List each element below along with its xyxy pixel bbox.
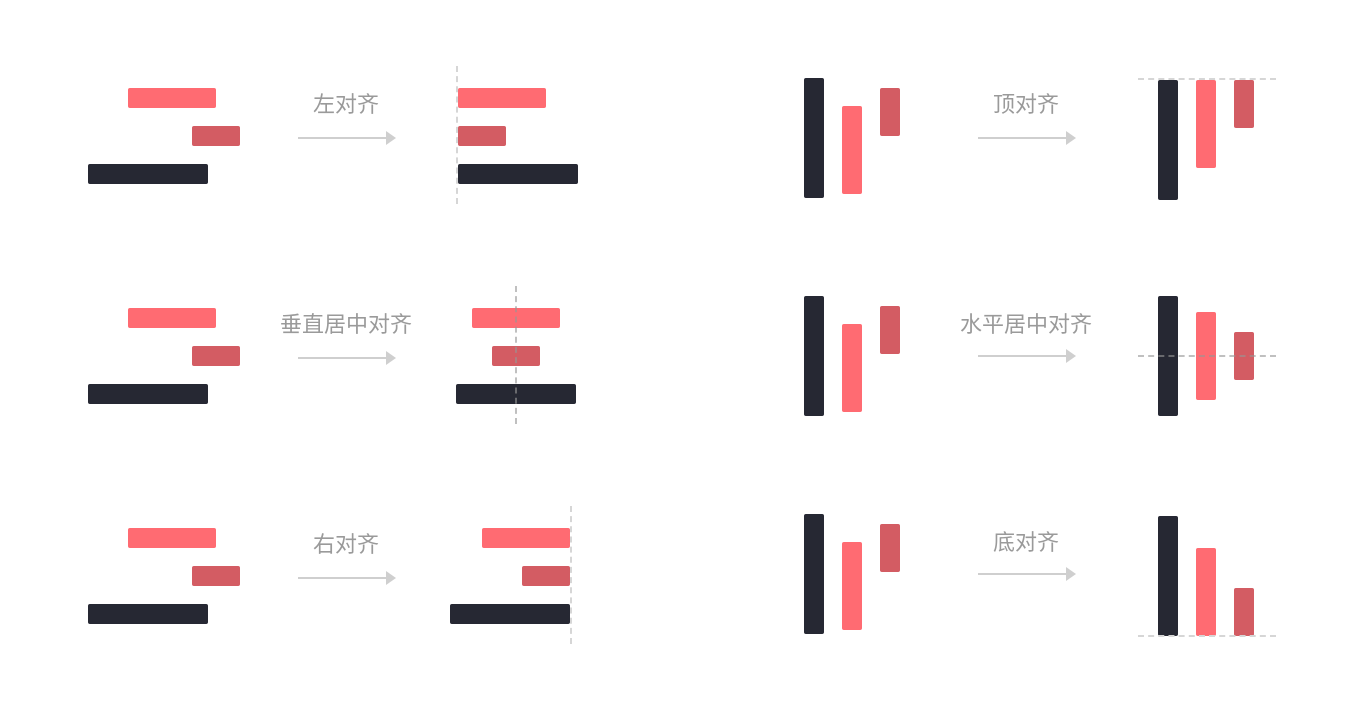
bottom-align-before-rose-bar <box>880 524 900 572</box>
horizontal-center-align-arrow <box>978 349 1076 363</box>
alignment-diagram: 左对齐 垂直居中对齐 右对齐 顶对齐 水平居中对齐 底对齐 <box>0 0 1360 720</box>
horizontal-center-guide-line <box>1138 355 1276 357</box>
vertical-center-align-arrow <box>298 351 396 365</box>
vcenter-before-pink-bar <box>128 308 216 328</box>
bottom-align-after-pink-bar <box>1196 548 1216 636</box>
top-align-before-pink-bar <box>842 106 862 194</box>
top-align-after-rose-bar <box>1234 80 1254 128</box>
bottom-align-before-pink-bar <box>842 542 862 630</box>
right-align-guide-line <box>570 506 572 644</box>
hcenter-before-rose-bar <box>880 306 900 354</box>
right-align-label: 右对齐 <box>312 533 380 558</box>
top-align-before-dark-bar <box>804 78 824 198</box>
left-align-before-pink-bar <box>128 88 216 108</box>
right-align-after-rose-bar <box>522 566 570 586</box>
bottom-align-before-dark-bar <box>804 514 824 634</box>
left-align-arrow <box>298 131 396 145</box>
left-align-after-rose-bar <box>458 126 506 146</box>
right-align-before-rose-bar <box>192 566 240 586</box>
bottom-align-after-dark-bar <box>1158 516 1178 636</box>
hcenter-before-pink-bar <box>842 324 862 412</box>
hcenter-before-dark-bar <box>804 296 824 416</box>
left-align-after-pink-bar <box>458 88 546 108</box>
top-align-before-rose-bar <box>880 88 900 136</box>
top-align-after-pink-bar <box>1196 80 1216 168</box>
top-align-after-dark-bar <box>1158 80 1178 200</box>
vcenter-before-dark-bar <box>88 384 208 404</box>
right-align-arrow <box>298 571 396 585</box>
vertical-center-align-label: 垂直居中对齐 <box>279 313 413 338</box>
top-align-arrow <box>978 131 1076 145</box>
bottom-align-after-rose-bar <box>1234 588 1254 636</box>
bottom-align-arrow <box>978 567 1076 581</box>
left-align-before-dark-bar <box>88 164 208 184</box>
left-align-label: 左对齐 <box>312 93 380 118</box>
right-align-after-pink-bar <box>482 528 570 548</box>
bottom-align-label: 底对齐 <box>992 531 1060 556</box>
top-align-label: 顶对齐 <box>992 93 1060 118</box>
horizontal-center-align-label: 水平居中对齐 <box>959 313 1093 338</box>
bottom-align-guide-line <box>1138 635 1276 637</box>
vcenter-before-rose-bar <box>192 346 240 366</box>
left-align-after-dark-bar <box>458 164 578 184</box>
right-align-after-dark-bar <box>450 604 570 624</box>
right-align-before-dark-bar <box>88 604 208 624</box>
left-align-before-rose-bar <box>192 126 240 146</box>
vertical-center-guide-line <box>515 286 517 424</box>
right-align-before-pink-bar <box>128 528 216 548</box>
